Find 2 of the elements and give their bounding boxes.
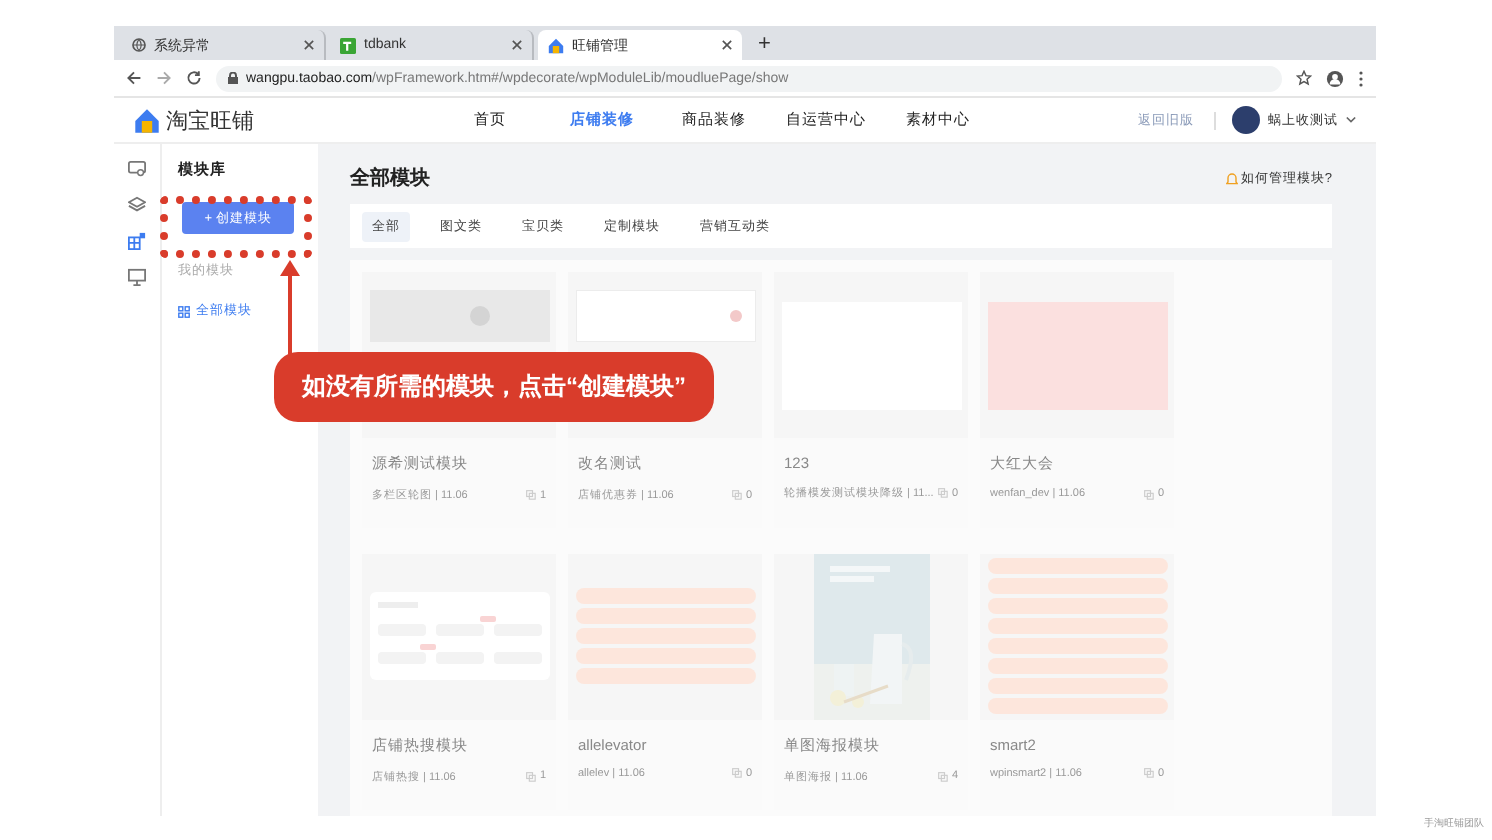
page-title: 全部模块: [350, 165, 430, 192]
hint-tooltip: 如没有所需的模块，点击“创建模块”: [274, 352, 714, 422]
